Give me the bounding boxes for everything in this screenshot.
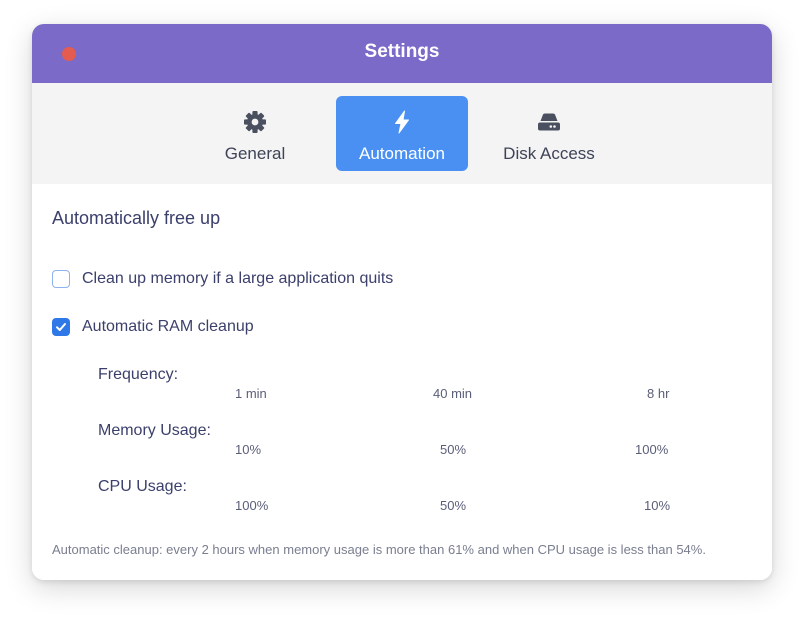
tab-disk-access-label: Disk Access [503,144,595,163]
frequency-tick-mid: 40 min [433,386,473,401]
checkmark-icon [56,323,66,331]
cpu-usage-tick-max: 10% [644,498,671,513]
gear-icon [241,108,269,136]
memory-usage-label: Memory Usage: [98,422,211,439]
cleanup-summary: Automatic cleanup: every 2 hours when me… [52,542,706,557]
automation-panel: Automatically free up Clean up memory if… [32,184,772,580]
memory-usage-tick-mid: 50% [440,442,467,457]
section-title: Automatically free up [52,208,221,228]
auto-ram-cleanup-label: Automatic RAM cleanup [82,318,254,335]
tab-disk-access[interactable]: Disk Access [482,96,616,171]
memory-usage-tick-max: 100% [635,442,669,457]
lightning-icon [388,108,416,136]
frequency-tick-min: 1 min [235,386,267,401]
memory-usage-tick-min: 10% [235,442,262,457]
cpu-usage-tick-mid: 50% [440,498,467,513]
frequency-label: Frequency: [98,366,179,383]
frequency-tick-max: 8 hr [647,386,670,401]
tab-automation-label: Automation [359,144,445,163]
tab-general-label: General [224,144,286,163]
disk-icon [535,108,563,136]
clean-on-quit-label: Clean up memory if a large application q… [82,270,394,287]
window-title: Settings [364,41,440,62]
auto-ram-cleanup-checkbox[interactable] [52,318,70,336]
tab-toolbar: General Automation Disk Access [32,83,772,184]
cpu-usage-tick-min: 100% [235,498,269,513]
cpu-usage-label: CPU Usage: [98,478,187,495]
clean-on-quit-checkbox[interactable] [52,270,70,288]
tab-automation[interactable]: Automation [336,96,468,171]
title-bar: Settings [32,24,772,83]
settings-window: Settings General Automation Disk Access … [32,24,772,580]
tab-general[interactable]: General [188,96,322,171]
